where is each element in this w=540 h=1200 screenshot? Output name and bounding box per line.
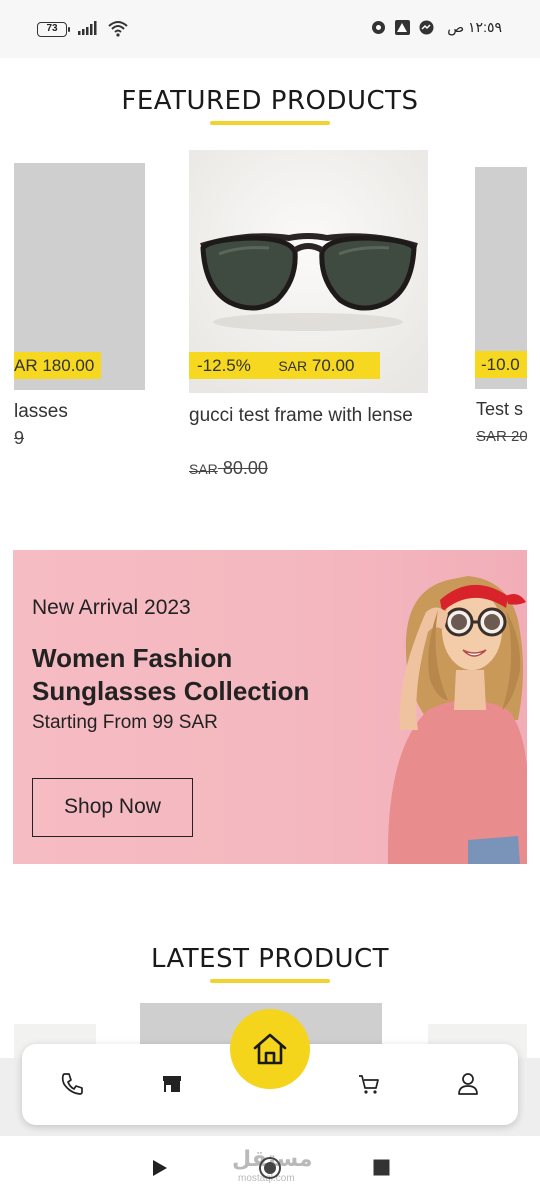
banner-title: Women Fashion Sunglasses Collection [32,643,310,706]
cart-icon[interactable] [356,1071,382,1097]
signal-icon [78,21,97,35]
banner-tagline: Starting From 99 SAR [32,712,218,733]
wifi-icon [108,21,128,37]
home-button[interactable] [230,1009,310,1089]
user-icon[interactable] [455,1071,481,1097]
price-currency: SAR [278,358,308,374]
product-name[interactable]: gucci test frame with lense [189,403,419,428]
latest-title-underline [210,979,330,983]
recents-square-icon[interactable] [373,1159,390,1176]
settings-app-icon [370,19,387,36]
gallery-app-icon [394,19,411,36]
status-time: ١٢:٥٩ ص [447,19,502,35]
notification-icons [370,19,435,36]
messenger-icon [418,19,435,36]
old-price: SAR 80.00 [189,458,268,479]
battery-icon: 73 [37,22,70,37]
sale-price: 70.00 [311,356,355,375]
home-icon [253,1033,287,1065]
discount-percent: -12.5% [197,356,251,375]
featured-products-title: FEATURED PRODUCTS [121,86,419,116]
product-name[interactable]: lasses [14,399,144,424]
product-name[interactable]: Test s [476,397,527,422]
shop-now-button[interactable]: Shop Now [32,778,193,837]
price-tag-text: AR 180.00 [14,356,95,375]
model-image [387,576,527,864]
store-icon[interactable] [159,1071,185,1097]
status-bar: 73 ١٢:٥٩ ص [0,0,540,58]
promo-banner[interactable]: New Arrival 2023 Women Fashion Sunglasse… [13,550,527,864]
banner-subtitle: New Arrival 2023 [32,596,191,619]
old-price: 9 [14,428,25,448]
old-price: SAR 20 [476,428,527,445]
latest-product-title: LATEST PRODUCT [150,944,390,974]
old-price-value: 80.00 [222,458,268,478]
featured-title-underline [210,121,330,125]
back-triangle-icon[interactable] [152,1159,168,1177]
home-circle-icon[interactable] [258,1156,282,1180]
discount-percent: -10.0 [481,355,520,374]
battery-level: 73 [46,23,58,34]
discount-price-tag: -12.5% SAR 70.00 [189,352,380,379]
discount-tag: -10.0 [475,351,527,378]
system-navigation-bar: مستقل mostaql.com [0,1136,540,1200]
price-tag: AR 180.00 [14,352,101,379]
phone-icon[interactable] [59,1071,85,1097]
old-price-currency: SAR [189,461,218,477]
